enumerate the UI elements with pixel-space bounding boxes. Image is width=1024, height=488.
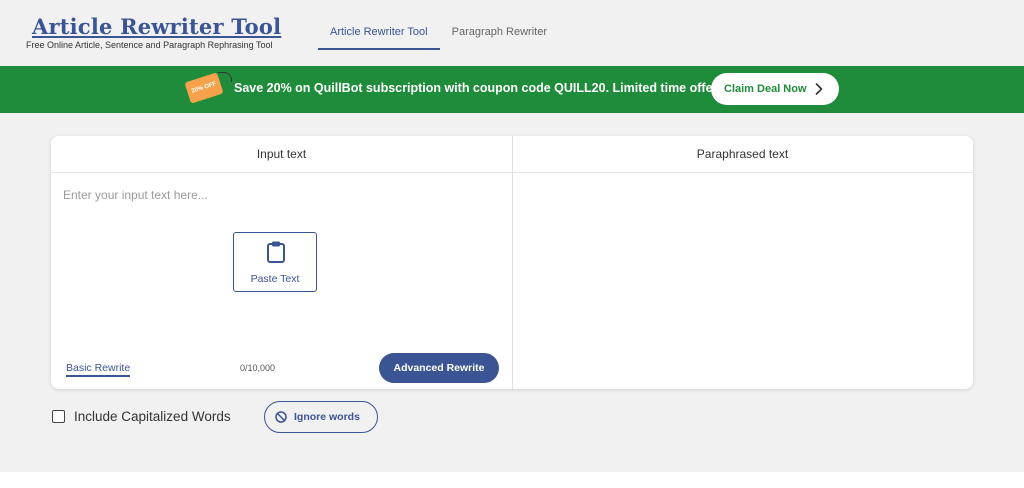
- ignore-words-button[interactable]: Ignore words: [264, 401, 378, 433]
- claim-deal-button[interactable]: Claim Deal Now: [711, 73, 839, 105]
- input-panel-title: Input text: [256, 147, 307, 161]
- promo-text: Save 20% on QuillBot subscription with c…: [234, 81, 721, 95]
- ignore-words-label: Ignore words: [294, 411, 360, 423]
- no-entry-icon: [275, 411, 287, 423]
- word-counter: 0/10,000: [240, 363, 276, 373]
- output-panel-title: Paraphrased text: [696, 147, 789, 161]
- claim-deal-label: Claim Deal Now: [724, 83, 807, 95]
- coupon-tag-text: 20% OFF: [190, 81, 218, 95]
- tab-paragraph-rewriter[interactable]: Paragraph Rewriter: [440, 16, 559, 50]
- input-textarea[interactable]: Enter your input text here...: [63, 188, 208, 202]
- panel-divider: [512, 136, 513, 389]
- clipboard-icon: [267, 241, 285, 263]
- rewriter-card: Input text Paraphrased text Enter your i…: [51, 136, 973, 389]
- logo-title[interactable]: Article Rewriter Tool: [26, 14, 281, 40]
- basic-rewrite-tab[interactable]: Basic Rewrite: [66, 362, 131, 377]
- tab-article-rewriter[interactable]: Article Rewriter Tool: [318, 16, 440, 50]
- main-nav: Article Rewriter Tool Paragraph Rewriter: [318, 16, 559, 50]
- paste-text-label: Paste Text: [250, 273, 300, 285]
- footer-strip: [0, 472, 1024, 488]
- site-logo[interactable]: Article Rewriter Tool Free Online Articl…: [26, 14, 281, 50]
- logo-tagline: Free Online Article, Sentence and Paragr…: [26, 40, 273, 50]
- chevron-right-icon: [815, 83, 823, 95]
- panel-header-divider: [51, 172, 973, 173]
- paste-text-button[interactable]: Paste Text: [233, 232, 317, 292]
- site-header: Article Rewriter Tool Free Online Articl…: [0, 0, 1024, 66]
- advanced-rewrite-button[interactable]: Advanced Rewrite: [379, 353, 499, 383]
- capitalized-words-checkbox[interactable]: [52, 410, 65, 423]
- capitalized-words-label[interactable]: Include Capitalized Words: [74, 409, 231, 424]
